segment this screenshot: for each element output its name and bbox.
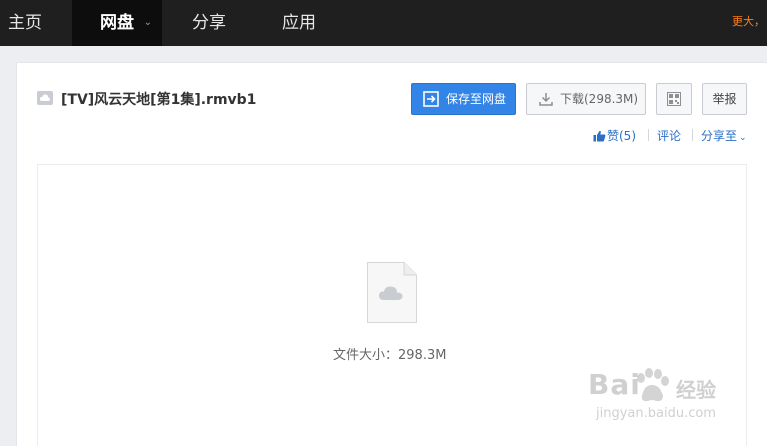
nav-home[interactable]: 主页 [0,0,72,46]
download-button-label: 下载(298.3M) [560,92,639,106]
watermark-brand-right: 经验 [676,378,716,402]
nav-share[interactable]: 分享 [162,0,256,46]
like-link[interactable]: 赞(5) [593,128,636,144]
save-button-label: 保存至网盘 [446,92,507,106]
file-size-text: 文件大小：298.3M [333,348,447,363]
share-to-label: 分享至 [701,129,738,143]
report-button[interactable]: 举报 [702,83,747,115]
thumbs-up-icon [593,130,606,142]
chevron-down-icon: ⌄ [739,133,747,143]
download-button[interactable]: 下载(298.3M) [526,83,646,115]
save-icon [423,91,439,107]
qr-code-button[interactable] [656,83,692,115]
cloud-file-icon [367,262,417,323]
file-title: [TV]风云天地[第1集].rmvb1 [61,92,257,108]
watermark-url: jingyan.baidu.com [596,406,716,421]
qr-code-icon [667,92,681,106]
chevron-down-icon: ⌄ [143,17,152,28]
nav-more-link[interactable]: 更大， [732,0,767,46]
file-type-icon [37,91,53,105]
watermark: Bai 经验 jingyan.baidu.com [588,368,738,436]
download-icon [539,93,553,106]
nav-disk[interactable]: 网盘 ⌄ [72,0,162,46]
divider [692,129,693,141]
save-to-disk-button[interactable]: 保存至网盘 [411,83,516,115]
comment-link[interactable]: 评论 [657,128,681,144]
top-nav: 主页 网盘 ⌄ 分享 应用 更大， [0,0,767,46]
share-to-link[interactable]: 分享至 ⌄ [701,128,747,144]
divider [648,129,649,141]
nav-disk-label: 网盘 [100,13,134,33]
nav-apps[interactable]: 应用 [256,0,342,46]
paw-logo-icon [637,368,669,402]
like-label: 赞(5) [607,129,636,143]
